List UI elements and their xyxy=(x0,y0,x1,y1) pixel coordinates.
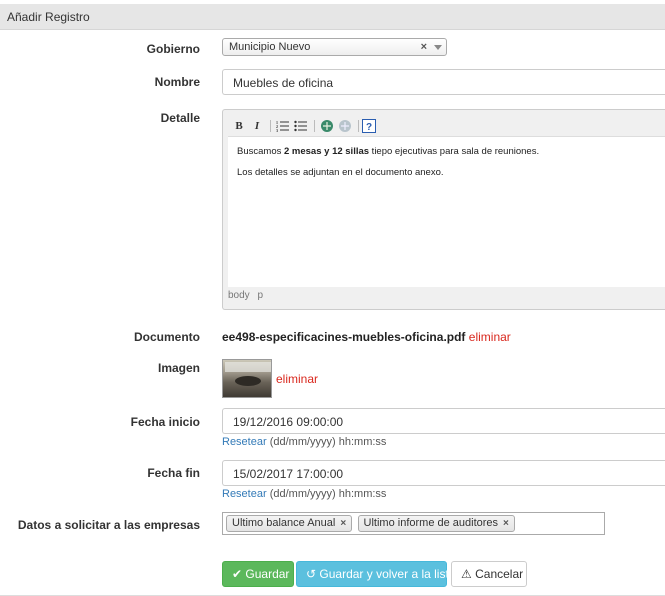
gobierno-select[interactable]: Municipio Nuevo × xyxy=(222,38,447,56)
editor-toolbar: B I 123 ? xyxy=(228,115,665,137)
clear-selection-icon[interactable]: × xyxy=(421,41,427,53)
fecha-fin-format: (dd/mm/yyyy) hh:mm:ss xyxy=(269,488,387,500)
italic-button[interactable]: I xyxy=(250,119,264,133)
documento-label: Documento xyxy=(134,330,200,344)
datos-tag-input[interactable]: Ultimo balance Anual × Ultimo informe de … xyxy=(222,512,605,535)
save-button[interactable]: ✔ Guardar xyxy=(222,561,294,587)
document-filename[interactable]: ee498-especificacines-muebles-oficina.pd… xyxy=(222,330,465,344)
thumbnail-table xyxy=(235,376,261,386)
fecha-inicio-label: Fecha inicio xyxy=(130,415,200,429)
toolbar-divider xyxy=(314,120,315,132)
remove-tag-icon[interactable]: × xyxy=(503,518,509,529)
help-icon[interactable]: ? xyxy=(362,119,376,133)
tag-chip: Ultimo balance Anual × xyxy=(226,515,353,532)
fecha-fin-help: Resetear (dd/mm/yyyy) hh:mm:ss xyxy=(222,488,386,500)
panel-heading: Añadir Registro xyxy=(0,4,665,30)
fecha-fin-label: Fecha fin xyxy=(147,466,200,480)
fecha-fin-input[interactable]: 15/02/2017 17:00:00 xyxy=(222,460,665,486)
ordered-list-icon[interactable]: 123 xyxy=(276,119,290,133)
document-remove-link[interactable]: eliminar xyxy=(469,330,511,344)
image-remove-link[interactable]: eliminar xyxy=(276,372,318,386)
editor-paragraph: Buscamos 2 mesas y 12 sillas tiepo ejecu… xyxy=(237,146,540,157)
status-path-body[interactable]: body xyxy=(228,290,250,301)
undo-icon: ↺ xyxy=(306,567,317,581)
detalle-label: Detalle xyxy=(160,111,200,125)
fecha-inicio-reset-link[interactable]: Resetear xyxy=(222,436,267,448)
svg-text:?: ? xyxy=(366,122,372,133)
warning-icon: ⚠ xyxy=(461,567,472,581)
unordered-list-icon[interactable] xyxy=(294,119,308,133)
thumbnail-window xyxy=(225,362,271,372)
fecha-inicio-help: Resetear (dd/mm/yyyy) hh:mm:ss xyxy=(222,436,386,448)
check-icon: ✔ xyxy=(232,567,243,581)
editor-content[interactable]: Buscamos 2 mesas y 12 sillas tiepo ejecu… xyxy=(228,137,665,287)
chevron-down-icon[interactable] xyxy=(434,45,442,50)
document-file: ee498-especificacines-muebles-oficina.pd… xyxy=(222,330,511,344)
editor-statusbar: body p xyxy=(228,290,268,301)
save-and-return-button[interactable]: ↺ Guardar y volver a la lista xyxy=(296,561,455,587)
link-icon[interactable] xyxy=(320,119,334,133)
nombre-label: Nombre xyxy=(154,75,200,89)
datos-label: Datos a solicitar a las empresas xyxy=(17,518,200,532)
status-path-p[interactable]: p xyxy=(257,290,263,301)
gobierno-label: Gobierno xyxy=(146,42,200,56)
imagen-label: Imagen xyxy=(157,361,200,375)
nombre-input[interactable]: Muebles de oficina xyxy=(222,69,665,95)
remove-tag-icon[interactable]: × xyxy=(340,518,346,529)
toolbar-divider xyxy=(270,120,271,132)
panel-title: Añadir Registro xyxy=(7,10,90,24)
bold-button[interactable]: B xyxy=(232,119,246,133)
svg-text:3: 3 xyxy=(276,128,278,133)
unlink-icon[interactable] xyxy=(338,119,352,133)
cancel-button[interactable]: ⚠ Cancelar xyxy=(451,561,527,587)
tag-chip: Ultimo informe de auditores × xyxy=(357,515,515,532)
fecha-inicio-input[interactable]: 19/12/2016 09:00:00 xyxy=(222,408,665,434)
image-thumbnail[interactable] xyxy=(222,359,272,398)
fecha-fin-reset-link[interactable]: Resetear xyxy=(222,488,267,500)
editor-paragraph: Los detalles se adjuntan en el documento… xyxy=(237,167,444,178)
rich-text-editor: B I 123 ? Buscamos 2 mesas y 12 sillas t… xyxy=(222,109,665,310)
toolbar-divider xyxy=(358,120,359,132)
gobierno-value: Municipio Nuevo xyxy=(229,41,311,53)
fecha-inicio-format: (dd/mm/yyyy) hh:mm:ss xyxy=(269,436,387,448)
